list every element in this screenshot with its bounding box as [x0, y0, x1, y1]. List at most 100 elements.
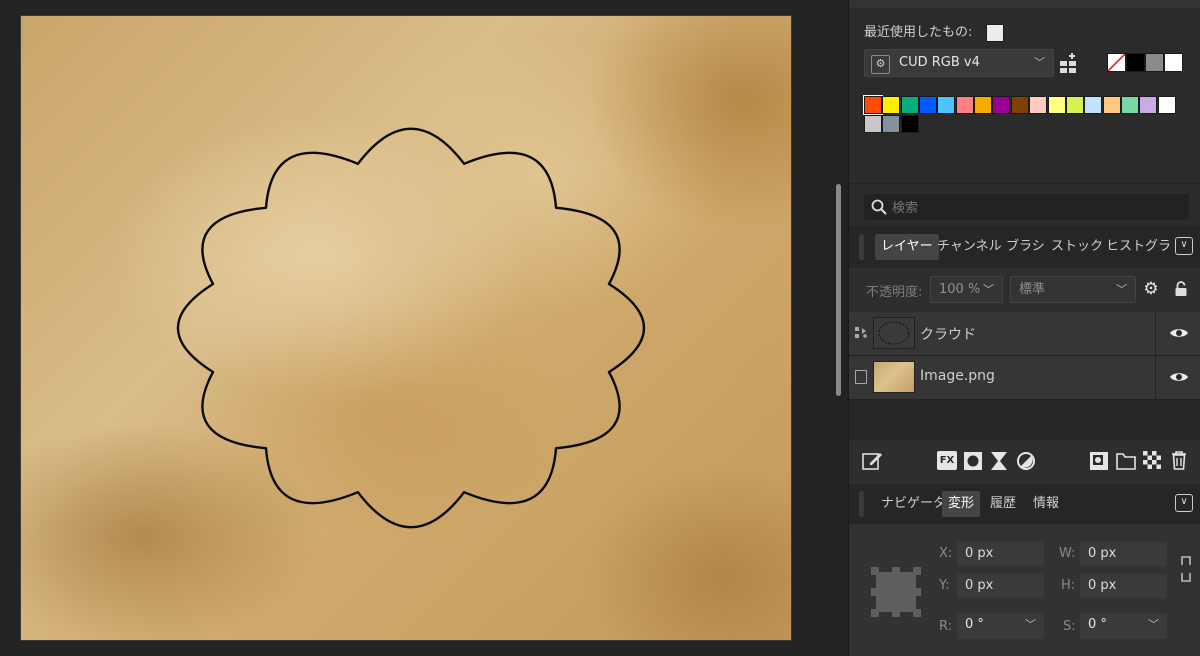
tab-transform[interactable]: 変形 [942, 491, 981, 517]
divider [1155, 356, 1156, 399]
recent-colors-label: 最近使用したもの: [864, 25, 973, 40]
chevron-down-icon: ﹀ [1116, 283, 1127, 296]
panel-menu-chevron-icon[interactable]: ∨ [1175, 494, 1193, 512]
palette-color-swatch[interactable] [955, 96, 974, 114]
search-input[interactable] [890, 196, 1184, 220]
palette-color-swatch[interactable] [1065, 96, 1084, 114]
opacity-value: 100 % [939, 282, 981, 297]
eye-icon[interactable] [1169, 370, 1189, 388]
palette-color-swatch[interactable] [863, 95, 883, 115]
fx-icon[interactable]: FX [937, 451, 957, 470]
tab-brushes[interactable]: ブラシ [1006, 234, 1045, 260]
vector-layer-icon [854, 325, 868, 341]
canvas-workspace[interactable] [0, 0, 848, 656]
layers-empty-area[interactable] [849, 400, 1200, 440]
w-field[interactable]: 0 px [1080, 542, 1167, 566]
opacity-label: 不透明度: [866, 285, 923, 300]
cloud-shape-outline[interactable] [21, 16, 791, 640]
w-label: W: [1059, 546, 1076, 561]
palette-color-swatch[interactable] [1139, 96, 1158, 114]
layer-row-cloud[interactable]: クラウド [849, 312, 1200, 356]
blend-mode-select[interactable]: 標準 ﹀ [1010, 276, 1136, 303]
eye-icon[interactable] [1169, 326, 1189, 344]
tab-info[interactable]: 情報 [1033, 491, 1059, 517]
x-label: X: [939, 546, 953, 561]
x-field[interactable]: 0 px [957, 542, 1044, 566]
quick-color-swatch[interactable] [1145, 53, 1164, 72]
gear-icon[interactable]: ⚙ [1141, 279, 1161, 299]
right-panel: 最近使用したもの: ⚙ CUD RGB v4 ﹀ レイヤー チャンネル ブラシ … [848, 0, 1200, 656]
palette-color-swatch[interactable] [1047, 96, 1066, 114]
panel-grip-handle[interactable] [859, 491, 864, 517]
palette-color-swatch[interactable] [882, 115, 901, 133]
image-layer-icon [855, 370, 867, 384]
edit-layer-icon[interactable] [861, 450, 883, 476]
layer-row-image[interactable]: Image.png [849, 356, 1200, 400]
anchor-point-icon[interactable] [871, 567, 921, 621]
link-icon[interactable] [1180, 554, 1192, 588]
layer-name: Image.png [920, 368, 995, 384]
chevron-down-icon: ﹀ [1148, 618, 1159, 631]
s-label: S: [1063, 619, 1076, 634]
live-filter-icon[interactable] [1016, 451, 1036, 475]
tab-navigator[interactable]: ナビゲータ [881, 491, 946, 517]
search-icon [871, 199, 887, 215]
chevron-down-icon: ﹀ [983, 283, 994, 296]
folder-icon[interactable] [1116, 452, 1136, 474]
palette-color-swatch[interactable] [1029, 96, 1048, 114]
quick-color-swatch[interactable] [1164, 53, 1183, 72]
checkerboard-icon[interactable] [1143, 451, 1161, 473]
y-field[interactable]: 0 px [957, 574, 1044, 598]
blend-mode-value: 標準 [1019, 282, 1046, 297]
search-box[interactable] [864, 194, 1189, 220]
lock-icon[interactable] [1174, 281, 1188, 301]
panel-grip-handle[interactable] [859, 234, 864, 260]
palette-color-swatch[interactable] [937, 96, 956, 114]
add-palette-icon[interactable] [1058, 52, 1080, 74]
trash-icon[interactable] [1170, 450, 1188, 474]
palette-color-swatch[interactable] [1010, 96, 1029, 114]
divider [1155, 312, 1156, 355]
r-label: R: [939, 619, 953, 634]
tab-history[interactable]: 履歴 [990, 491, 1016, 517]
chevron-down-icon: ﹀ [1025, 618, 1036, 631]
chevron-down-icon: ﹀ [1034, 56, 1045, 69]
palette-color-swatch[interactable] [992, 96, 1011, 114]
add-pixel-layer-icon[interactable] [1089, 451, 1109, 475]
palette-color-swatch[interactable] [882, 96, 901, 114]
h-field[interactable]: 0 px [1080, 574, 1167, 598]
adjustment-icon[interactable] [990, 451, 1008, 475]
shear-select[interactable]: 0 ° ﹀ [1080, 613, 1167, 639]
divider [849, 183, 1200, 184]
palette-name: CUD RGB v4 [899, 55, 980, 70]
mask-icon[interactable] [963, 451, 983, 475]
palette-color-swatch[interactable] [900, 115, 919, 133]
palette-color-swatch[interactable] [1084, 96, 1103, 114]
tab-layers[interactable]: レイヤー [875, 234, 939, 260]
rotation-value: 0 ° [965, 617, 984, 632]
rotation-select[interactable]: 0 ° ﹀ [957, 613, 1044, 639]
palette-color-swatch[interactable] [1102, 96, 1121, 114]
palette-gear-icon: ⚙ [871, 55, 890, 74]
palette-color-swatch[interactable] [900, 96, 919, 114]
tab-histogram[interactable]: ヒストグラ [1106, 234, 1176, 260]
panel-menu-chevron-icon[interactable]: ∨ [1175, 237, 1193, 255]
layer-thumbnail [873, 317, 915, 349]
tab-stock[interactable]: ストック [1051, 234, 1103, 260]
document-canvas[interactable] [20, 15, 792, 641]
palette-select[interactable]: ⚙ CUD RGB v4 ﹀ [864, 49, 1054, 77]
palette-color-swatch[interactable] [974, 96, 993, 114]
palette-color-swatch[interactable] [864, 115, 882, 133]
vertical-scrollbar[interactable] [836, 184, 841, 396]
palette-color-swatch[interactable] [1157, 96, 1176, 114]
palette-color-swatch[interactable] [919, 96, 938, 114]
shear-value: 0 ° [1088, 617, 1107, 632]
quick-color-swatch[interactable] [1126, 53, 1145, 72]
layer-thumbnail [873, 361, 915, 393]
palette-color-swatch[interactable] [1120, 96, 1139, 114]
opacity-select[interactable]: 100 % ﹀ [930, 276, 1003, 303]
no-color-swatch[interactable] [1107, 53, 1126, 72]
tab-channels[interactable]: チャンネル [937, 234, 1002, 260]
h-label: H: [1061, 578, 1076, 593]
recent-color-swatch[interactable] [986, 24, 1004, 42]
